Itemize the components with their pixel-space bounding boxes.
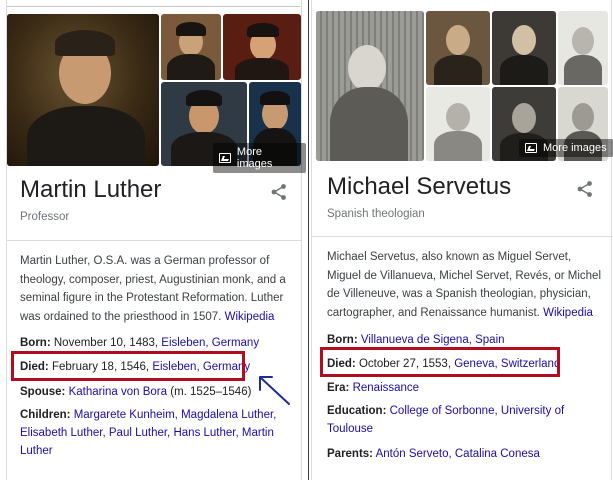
spouse-link[interactable]: Katharina von Bora bbox=[69, 386, 167, 398]
portrait-thumb-2[interactable] bbox=[492, 11, 556, 85]
panel-border-right bbox=[611, 0, 612, 480]
panel-border-left bbox=[311, 0, 312, 480]
fact-label: Education: bbox=[327, 405, 387, 417]
image-gallery-icon bbox=[219, 153, 231, 163]
portrait-thumb-2[interactable] bbox=[223, 14, 301, 80]
education-link[interactable]: Toulouse bbox=[327, 423, 373, 435]
birthplace-link[interactable]: Villanueva de Sigena, Spain bbox=[361, 334, 505, 346]
fact-children: Children: Margarete Kunheim, Magdalena L… bbox=[20, 406, 282, 460]
fact-label: Parents: bbox=[327, 448, 374, 460]
portrait-thumb-1[interactable] bbox=[426, 11, 490, 85]
entity-description: Michael Servetus, also known as Miguel S… bbox=[327, 248, 605, 322]
parents-link[interactable]: Antón Serveto, Catalina Conesa bbox=[376, 448, 540, 460]
entity-name: Martin Luther bbox=[20, 176, 162, 203]
portrait-thumb-3[interactable] bbox=[558, 11, 608, 85]
highlight-box-died bbox=[320, 347, 560, 377]
fact-label: Born: bbox=[327, 334, 358, 346]
main-portrait-image[interactable] bbox=[7, 14, 159, 166]
top-rule bbox=[6, 6, 300, 7]
fact-value: (m. 1525–1546) bbox=[170, 386, 252, 398]
entity-name: Michael Servetus bbox=[327, 173, 512, 200]
section-divider bbox=[7, 240, 301, 241]
fact-label: Spouse: bbox=[20, 386, 66, 398]
birthplace-link[interactable]: Eisleben, Germany bbox=[161, 337, 259, 349]
child-link[interactable]: Hans Luther, bbox=[173, 427, 238, 439]
fact-parents: Parents: Antón Serveto, Catalina Conesa bbox=[327, 445, 540, 463]
knowledge-panel-michael-servetus: More images Michael Servetus Spanish the… bbox=[311, 0, 613, 480]
more-images-label: More images bbox=[236, 146, 273, 170]
entity-subtitle: Spanish theologian bbox=[327, 208, 425, 220]
portrait-thumb-1[interactable] bbox=[161, 14, 221, 80]
more-images-button[interactable]: More images bbox=[213, 143, 306, 173]
entity-description: Martin Luther, O.S.A. was a German profe… bbox=[20, 252, 292, 326]
share-icon[interactable] bbox=[270, 183, 288, 201]
image-gallery-icon bbox=[525, 143, 537, 153]
entity-subtitle: Professor bbox=[20, 211, 70, 223]
child-link[interactable]: Martin bbox=[242, 427, 274, 439]
fact-label: Born: bbox=[20, 337, 51, 349]
child-link[interactable]: Magdalena Luther, bbox=[181, 409, 276, 421]
screenshot-divider bbox=[308, 0, 309, 480]
main-portrait-image[interactable] bbox=[316, 11, 424, 161]
arrow-annotation bbox=[259, 376, 290, 405]
fact-label: Children: bbox=[20, 409, 71, 421]
more-images-label: More images bbox=[543, 142, 607, 154]
education-link[interactable]: University of bbox=[501, 405, 564, 417]
panel-border-right bbox=[301, 0, 302, 480]
fact-label: Era: bbox=[327, 382, 350, 394]
child-link[interactable]: Elisabeth Luther, bbox=[20, 427, 106, 439]
share-icon[interactable] bbox=[576, 180, 594, 198]
fact-education: Education: College of Sorbonne, Universi… bbox=[327, 402, 599, 438]
highlight-box-died bbox=[11, 351, 245, 381]
fact-born: Born: November 10, 1483, Eisleben, Germa… bbox=[20, 334, 259, 352]
fact-value: November 10, 1483, bbox=[53, 337, 159, 349]
wikipedia-link[interactable]: Wikipedia bbox=[543, 307, 593, 319]
wikipedia-link[interactable]: Wikipedia bbox=[225, 311, 275, 323]
child-link[interactable]: Margarete Kunheim, bbox=[74, 409, 178, 421]
knowledge-panel-martin-luther: More images Martin Luther Professor Mart… bbox=[0, 0, 306, 480]
portrait-thumb-4[interactable] bbox=[426, 87, 490, 161]
fact-spouse: Spouse: Katharina von Bora (m. 1525–1546… bbox=[20, 383, 251, 401]
more-images-button[interactable]: More images bbox=[519, 139, 613, 157]
child-link[interactable]: Luther bbox=[20, 445, 53, 457]
fact-era: Era: Renaissance bbox=[327, 379, 419, 397]
education-link[interactable]: College of Sorbonne, bbox=[390, 405, 498, 417]
era-link[interactable]: Renaissance bbox=[353, 382, 419, 394]
section-divider bbox=[312, 236, 611, 237]
child-link[interactable]: Paul Luther, bbox=[109, 427, 170, 439]
